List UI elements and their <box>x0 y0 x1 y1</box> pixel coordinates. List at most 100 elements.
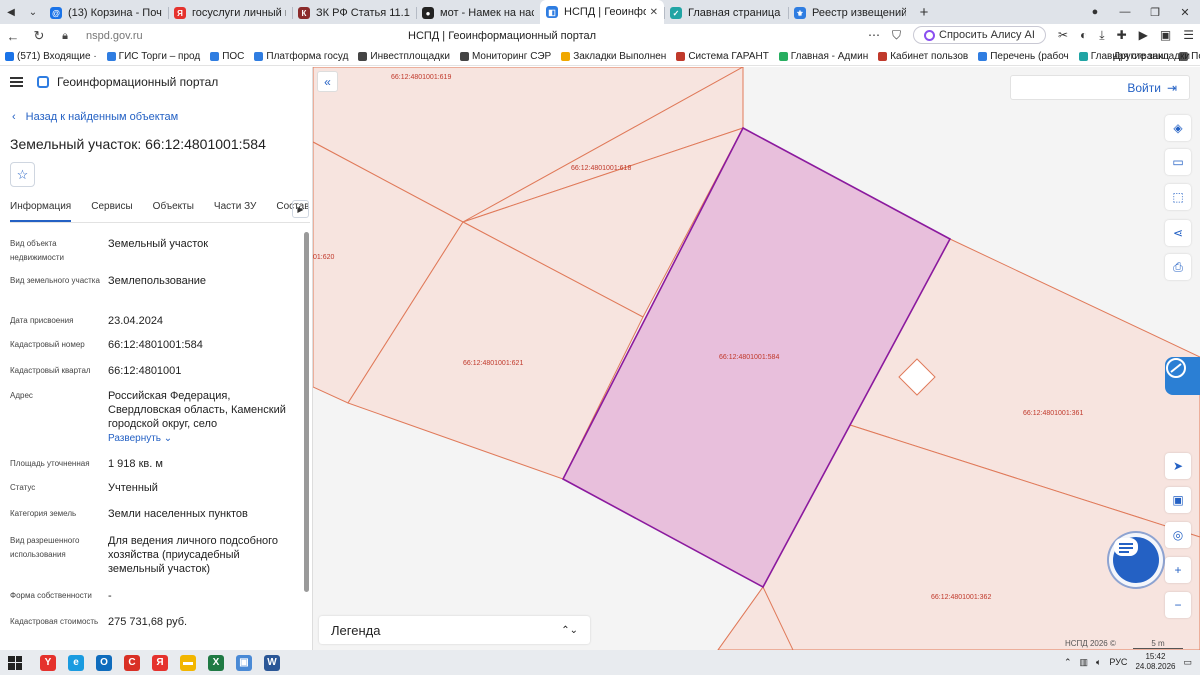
edge-icon[interactable]: e <box>68 654 84 671</box>
bookmark-item[interactable]: Перечень (рабоч <box>973 51 1074 62</box>
bookmark-item[interactable]: (571) Входящие · <box>0 51 102 62</box>
attribute-value[interactable]: Для ведения личного подсобного хозяйства… <box>108 534 298 576</box>
page-title-text[interactable]: НСПД | Геоинформационный портал <box>408 30 596 42</box>
minimize-icon[interactable]: — <box>1110 6 1140 18</box>
bookmark-item[interactable]: ГИС Торги – прод <box>102 51 206 62</box>
notifications-icon[interactable]: ▭ <box>1183 657 1192 668</box>
browser-tab[interactable]: ⚜ Реестр извещений <box>788 2 912 24</box>
attribute-value[interactable]: Учтенный <box>108 481 298 495</box>
file-explorer-icon[interactable]: ▬ <box>180 654 196 671</box>
support-chat-button[interactable] <box>1113 537 1159 583</box>
zoom-in-button[interactable]: + <box>1165 557 1191 583</box>
attribute-value[interactable]: Земли населенных пунктов <box>108 507 298 521</box>
bookmark-item[interactable]: Система ГАРАНТ <box>671 51 773 62</box>
attribute-value[interactable]: 66:12:4801001 <box>108 364 298 378</box>
network-icon[interactable]: ▥ <box>1079 657 1088 668</box>
screenshot-icon[interactable]: ▣ <box>1160 28 1171 42</box>
menu-icon[interactable]: ☰ <box>1183 28 1194 42</box>
maximize-icon[interactable]: ❐ <box>1140 6 1170 19</box>
legend-dropdown[interactable]: Легенда ⌃⌄ <box>319 616 590 644</box>
print-button[interactable]: ⎙ <box>1165 254 1191 280</box>
bookmark-item[interactable]: Платформа госуд <box>249 51 353 62</box>
attribute-value[interactable]: 23.04.2024 <box>108 314 298 328</box>
reload-icon[interactable]: ↻ <box>26 28 52 44</box>
map-view[interactable]: 66:12:4801001:619 66:12:4801001:618 01:620… <box>313 67 1200 650</box>
bookmark-label: Главная - Админ <box>790 51 869 62</box>
browser-tab[interactable]: ✓ Главная страница <box>664 2 788 24</box>
select-area-button[interactable]: ⬚ <box>1165 184 1191 210</box>
favorite-button[interactable]: ☆ <box>10 162 35 187</box>
info-tab[interactable]: Сервисы <box>91 201 132 222</box>
minimap-button[interactable]: ▣ <box>1165 487 1191 513</box>
tabs-scroll-right-button[interactable]: ▶ <box>292 200 309 218</box>
my-location-button[interactable]: ➤ <box>1165 453 1191 479</box>
tray-chevron-icon[interactable]: ⌃ <box>1064 657 1072 668</box>
close-window-icon[interactable]: ✕ <box>1170 6 1200 19</box>
expand-address-link[interactable]: Развернуть ⌄ <box>108 432 298 446</box>
attribute-value[interactable]: 66:12:4801001:584 <box>108 338 298 352</box>
plus-icon: + <box>1174 563 1182 577</box>
close-tab-icon[interactable]: ✕ <box>650 7 658 18</box>
attribute-value[interactable]: 275 731,68 руб. <box>108 615 298 629</box>
attribute-value[interactable]: 1 918 кв. м <box>108 457 298 471</box>
browser-tab[interactable]: ◧ НСПД | Геоинформац ✕ <box>540 0 664 24</box>
tab-audio-icon[interactable]: ◀ <box>0 0 22 24</box>
download-icon[interactable]: ⤓ <box>1099 28 1104 43</box>
profile-icon[interactable]: ● <box>1080 6 1110 18</box>
excel-icon[interactable]: X <box>208 654 224 671</box>
browser-tab[interactable]: Ягосуслуги личный кабин <box>168 2 292 24</box>
panel-scrollbar[interactable] <box>304 232 309 592</box>
zoom-out-button[interactable]: − <box>1165 592 1191 618</box>
ask-alice-button[interactable]: Спросить Алису AI <box>913 26 1046 44</box>
bookmark-item[interactable]: Закладки Выполнен <box>556 51 671 62</box>
lock-icon[interactable]: 🔒︎ <box>52 30 78 43</box>
bookmark-item[interactable]: Главная - Админ <box>774 51 873 62</box>
extensions-icon[interactable]: ✚ <box>1117 28 1127 42</box>
browser-tab[interactable]: К ЗК РФ Статья 11.10. Схем <box>292 2 416 24</box>
info-tab[interactable]: Информация <box>10 201 72 222</box>
browser-tab[interactable]: @ (13) Корзина - Почта Mail <box>44 2 168 24</box>
measure-button[interactable]: ▭ <box>1165 149 1191 175</box>
bookmark-item[interactable]: Инвестплощадки <box>353 51 455 62</box>
tools-icon[interactable]: ✂ <box>1058 28 1068 42</box>
windows-start-icon[interactable] <box>8 655 22 670</box>
bookmark-item[interactable]: Мониторинг СЭР <box>455 51 556 62</box>
collapse-panel-button[interactable]: « <box>317 71 338 92</box>
portal-name[interactable]: Геоинформационный портал <box>57 75 218 89</box>
hamburger-menu-icon[interactable] <box>10 75 23 89</box>
protect-icon[interactable]: ◐ <box>1080 28 1087 42</box>
info-tab[interactable]: Части ЗУ <box>214 201 256 222</box>
other-bookmarks[interactable]: Другие закладки <box>1113 51 1190 62</box>
info-tab[interactable]: Объекты <box>153 201 194 222</box>
bookmark-item[interactable]: Кабинет пользов <box>873 51 973 62</box>
attribute-value[interactable]: Землепользование <box>108 274 298 288</box>
cadastral-map[interactable]: 66:12:4801001:619 66:12:4801001:618 01:620… <box>313 67 1200 650</box>
word-icon[interactable]: W <box>264 654 280 671</box>
browser-tab[interactable]: ● мот - Намек на нас <box>416 2 540 24</box>
media-icon[interactable]: ▶ <box>1139 28 1148 42</box>
more-icon[interactable]: ⋯ <box>868 28 880 42</box>
speaker-icon[interactable]: 🔈︎ <box>1096 657 1101 668</box>
language-indicator[interactable]: РУС <box>1109 657 1127 667</box>
bookmark-item[interactable]: ПОС <box>205 51 249 62</box>
attribute-value[interactable]: - <box>108 589 298 603</box>
back-nav-icon[interactable]: ← <box>0 29 26 44</box>
tab-list-chevron-icon[interactable]: ⌄ <box>22 0 44 24</box>
side-tab-button[interactable] <box>1165 357 1200 395</box>
locate-button[interactable]: ◎ <box>1165 522 1191 548</box>
attribute-value[interactable]: Российская Федерация, Свердловская облас… <box>108 389 298 446</box>
share-button[interactable]: ⋖ <box>1165 220 1191 246</box>
outlook-icon[interactable]: O <box>96 654 112 671</box>
login-button[interactable]: Войти ⇥ <box>1010 75 1190 100</box>
layers-button[interactable]: ◈ <box>1165 115 1191 141</box>
attribute-value[interactable]: Земельный участок <box>108 237 298 251</box>
yandex-icon[interactable]: Я <box>152 654 168 671</box>
bookmark-page-icon[interactable]: ⛉ <box>892 28 901 43</box>
new-tab-button[interactable]: + <box>912 4 936 21</box>
url-host[interactable]: nspd.gov.ru <box>86 30 143 42</box>
yandex-browser-icon[interactable]: Y <box>40 654 56 671</box>
remote-desktop-icon[interactable]: ▣ <box>236 654 252 671</box>
chrome-like-icon[interactable]: C <box>124 654 140 671</box>
clock[interactable]: 15:42 24.08.2026 <box>1135 652 1175 672</box>
back-to-results-link[interactable]: ‹ Назад к найденным объектам <box>12 111 178 123</box>
